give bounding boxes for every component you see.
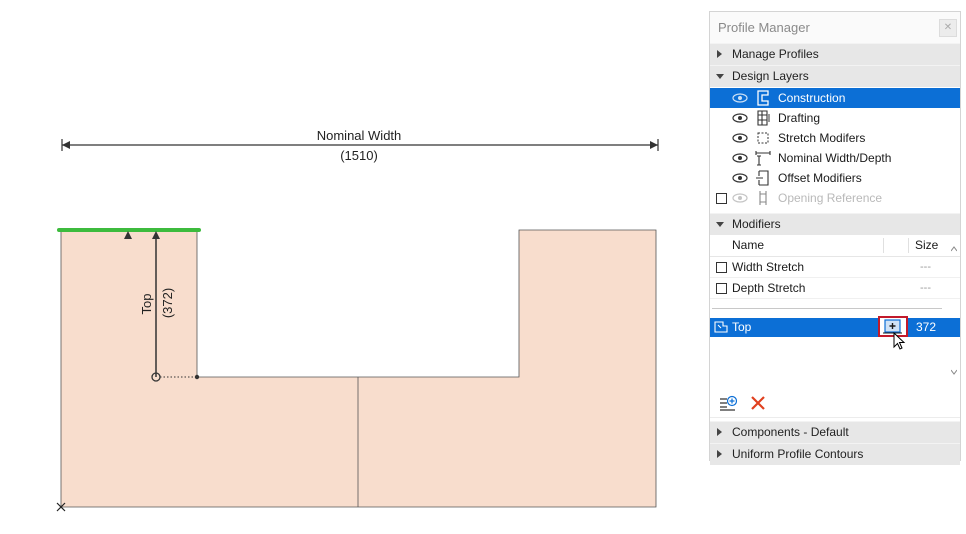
modifier-name: Depth Stretch	[732, 281, 806, 295]
top-dimension-value: (372)	[160, 288, 175, 318]
eye-icon[interactable]	[732, 173, 748, 183]
modifiers-table-header: Name Size	[710, 235, 960, 257]
section-label: Design Layers	[732, 69, 809, 83]
collapsed-arrow-icon	[717, 450, 722, 458]
nominal-width-value: (1510)	[340, 148, 378, 163]
modifier-size: ---	[920, 282, 931, 294]
layer-row-stretch-modifiers[interactable]: Stretch Modifers	[710, 128, 960, 148]
nominal-width-depth-icon	[755, 151, 771, 166]
offset-modifier-icon	[714, 321, 728, 333]
top-dimension-label: Top	[139, 294, 154, 315]
section-label: Uniform Profile Contours	[732, 447, 864, 461]
expanded-arrow-icon	[716, 222, 724, 227]
section-label: Modifiers	[732, 217, 781, 231]
section-manage-profiles[interactable]: Manage Profiles	[710, 43, 960, 65]
drafting-layer-icon	[757, 110, 770, 126]
eye-icon[interactable]	[732, 113, 748, 123]
layer-name: Stretch Modifers	[778, 131, 866, 145]
design-layers-list: Construction Drafting Stretch Modifers N…	[710, 87, 960, 208]
eye-icon[interactable]	[732, 93, 748, 103]
scroll-up-icon[interactable]	[951, 246, 957, 252]
layer-name: Opening Reference	[778, 191, 883, 205]
layer-row-construction[interactable]: Construction	[710, 88, 960, 108]
delete-modifier-icon[interactable]	[750, 395, 766, 411]
layer-name: Construction	[778, 91, 846, 105]
layer-row-drafting[interactable]: Drafting	[710, 108, 960, 128]
section-design-layers[interactable]: Design Layers	[710, 65, 960, 87]
profile-shape[interactable]	[60, 229, 657, 508]
modifiers-scrollbar[interactable]	[948, 235, 960, 387]
modifier-row-top[interactable]: Top 372	[710, 316, 960, 350]
modifiers-table: Name Size Width Stretch --- Depth Stretc…	[710, 235, 960, 387]
modifier-size: ---	[920, 261, 931, 273]
layer-row-opening-reference[interactable]: Opening Reference	[710, 188, 960, 208]
layer-row-nominal-width-depth[interactable]: Nominal Width/Depth	[710, 148, 960, 168]
section-label: Components - Default	[732, 425, 849, 439]
scroll-down-icon[interactable]	[951, 369, 957, 375]
offset-modifiers-icon	[756, 170, 769, 186]
panel-title-bar[interactable]: Profile Manager ✕	[710, 12, 960, 43]
column-header-name[interactable]: Name	[732, 235, 764, 256]
nominal-width-label: Nominal Width	[317, 128, 402, 143]
close-icon[interactable]: ✕	[939, 19, 957, 37]
modifier-row-width-stretch[interactable]: Width Stretch ---	[710, 257, 960, 278]
modifiers-toolbar	[710, 387, 960, 418]
layer-name: Nominal Width/Depth	[778, 151, 892, 165]
modifier-row-depth-stretch[interactable]: Depth Stretch ---	[710, 278, 960, 299]
layer-name: Offset Modifiers	[778, 171, 862, 185]
section-modifiers[interactable]: Modifiers	[710, 213, 960, 235]
column-header-size[interactable]: Size	[915, 235, 938, 256]
section-uniform-profile-contours[interactable]: Uniform Profile Contours	[710, 443, 960, 465]
section-components[interactable]: Components - Default	[710, 421, 960, 443]
mouse-pointer-icon	[893, 332, 906, 350]
panel-title: Profile Manager	[718, 20, 810, 35]
nominal-width-dimension[interactable]: Nominal Width (1510)	[61, 128, 659, 163]
modifier-divider	[712, 308, 942, 309]
collapsed-arrow-icon	[717, 50, 722, 58]
width-stretch-checkbox[interactable]	[716, 262, 727, 273]
opening-reference-checkbox[interactable]	[716, 193, 727, 204]
layer-name: Drafting	[778, 111, 821, 125]
eye-icon[interactable]	[732, 153, 748, 163]
add-modifier-icon[interactable]	[719, 395, 737, 411]
profile-drawing-canvas[interactable]: Nominal Width (1510) Top (372)	[0, 0, 700, 534]
profile-manager-panel: Profile Manager ✕ Manage Profiles Design…	[709, 11, 961, 465]
opening-reference-icon	[759, 191, 767, 205]
section-label: Manage Profiles	[732, 47, 819, 61]
depth-stretch-checkbox[interactable]	[716, 283, 727, 294]
expanded-arrow-icon	[716, 74, 724, 79]
modifier-size[interactable]: 372	[916, 318, 936, 337]
modifier-name: Width Stretch	[732, 260, 805, 274]
construction-layer-icon	[757, 90, 769, 106]
collapsed-arrow-icon	[717, 428, 722, 436]
eye-icon[interactable]	[732, 133, 748, 143]
stretch-modifiers-icon	[757, 132, 769, 144]
modifier-name: Top	[732, 320, 752, 334]
layer-row-offset-modifiers[interactable]: Offset Modifiers	[710, 168, 960, 188]
eye-icon	[732, 193, 748, 203]
